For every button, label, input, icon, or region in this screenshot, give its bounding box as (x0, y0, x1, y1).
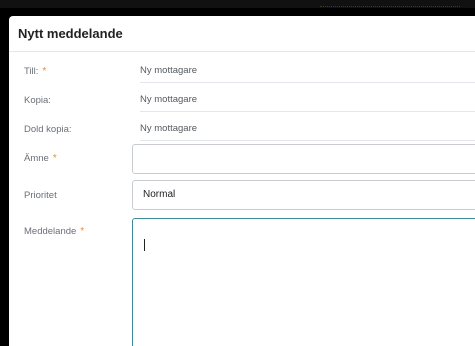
dialog-title: Nytt meddelande (18, 26, 123, 41)
priority-select[interactable]: Normal (132, 180, 475, 210)
dialog-header: Nytt meddelande (9, 16, 475, 52)
bcc-row: Dold kopia: Ny mottagare (9, 118, 475, 144)
background-content (320, 0, 460, 7)
subject-input[interactable] (132, 144, 475, 174)
to-recipient-field[interactable]: Ny mottagare (140, 60, 475, 83)
text-caret (144, 239, 145, 251)
priority-label: Prioritet (24, 190, 57, 201)
bcc-recipient-field[interactable]: Ny mottagare (140, 118, 475, 141)
priority-value: Normal (143, 189, 176, 200)
bcc-placeholder: Ny mottagare (140, 123, 198, 134)
message-label: Meddelande * (24, 226, 85, 237)
cc-placeholder: Ny mottagare (140, 94, 198, 105)
to-row: Till: * Ny mottagare (9, 60, 475, 86)
bcc-label: Dold kopia: (24, 124, 72, 135)
required-marker: * (52, 153, 57, 164)
subject-row: Ämne * (9, 144, 475, 174)
required-marker: * (42, 66, 47, 77)
message-row: Meddelande * (9, 216, 475, 346)
message-textarea[interactable] (132, 218, 475, 346)
required-marker: * (80, 226, 85, 237)
cc-recipient-field[interactable]: Ny mottagare (140, 89, 475, 112)
background-window-edge (0, 0, 475, 8)
to-placeholder: Ny mottagare (140, 65, 198, 76)
cc-row: Kopia: Ny mottagare (9, 89, 475, 115)
priority-row: Prioritet Normal (9, 180, 475, 210)
to-label: Till: * (24, 66, 47, 77)
new-message-dialog: Nytt meddelande Till: * Ny mottagare Kopi… (9, 16, 475, 346)
subject-label: Ämne * (24, 153, 57, 164)
cc-label: Kopia: (24, 95, 51, 106)
